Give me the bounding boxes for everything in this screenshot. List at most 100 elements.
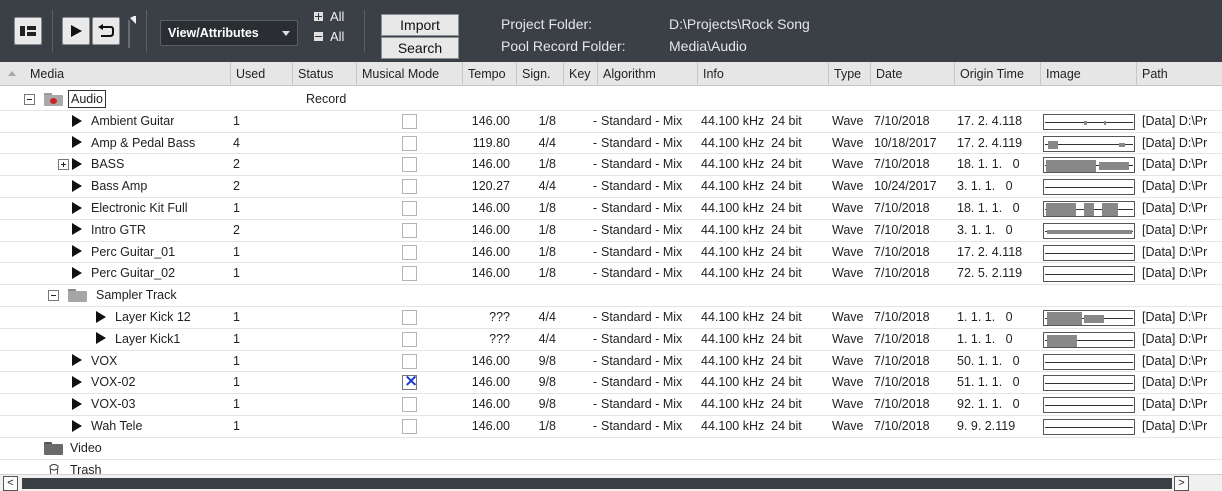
play-clip-icon[interactable] bbox=[72, 136, 82, 149]
clip-path: [Data] D:\Pr bbox=[1142, 397, 1208, 412]
clip-origin-time: 17. 2. 4.118 bbox=[957, 244, 1023, 259]
play-clip-icon[interactable] bbox=[72, 114, 82, 127]
musical-mode-checkbox[interactable] bbox=[402, 397, 417, 413]
play-clip-icon[interactable] bbox=[72, 419, 82, 432]
musical-mode-checkbox[interactable] bbox=[402, 353, 417, 369]
pool-list: Audio Record Ambient Guitar 1 146.00 1/8- St… bbox=[0, 89, 1222, 482]
clip-name-cell: Electronic Kit Full bbox=[72, 198, 188, 219]
clip-row[interactable]: VOX 1 146.00 9/8 - Standard - Mix 44.100 kHz 2… bbox=[0, 351, 1222, 373]
play-clip-icon[interactable] bbox=[72, 397, 82, 410]
musical-mode-checkbox[interactable] bbox=[402, 309, 417, 325]
column-header-status[interactable]: Status bbox=[292, 62, 356, 86]
clip-used-count: 1 bbox=[233, 418, 240, 433]
clip-key: - bbox=[592, 200, 597, 215]
clip-row[interactable]: Electronic Kit Full 1 146.00 1/8 - Standard -… bbox=[0, 198, 1222, 220]
folder-name-audio: Audio bbox=[68, 90, 106, 108]
musical-mode-checkbox[interactable] bbox=[402, 222, 417, 238]
musical-mode-checkbox[interactable] bbox=[402, 135, 417, 151]
column-header-algorithm[interactable]: Algorithm bbox=[597, 62, 697, 86]
clip-signature: 9/8 bbox=[538, 375, 556, 390]
clip-row[interactable]: Perc Guitar_01 1 146.00 1/8 - Standard - Mix 4… bbox=[0, 242, 1222, 264]
clip-algorithm: Standard - Mix bbox=[601, 135, 683, 150]
import-button[interactable]: Import bbox=[381, 14, 459, 36]
collapse-icon[interactable] bbox=[24, 94, 35, 105]
clip-row[interactable]: BASS 2 146.00 1/8 - Standard - Mix 44.100 kHz … bbox=[0, 154, 1222, 177]
clip-path: [Data] D:\Pr bbox=[1142, 157, 1208, 172]
musical-mode-checkbox[interactable] bbox=[402, 179, 417, 195]
scrollbar-thumb[interactable] bbox=[22, 478, 1172, 489]
clip-used-count: 1 bbox=[233, 244, 240, 259]
play-clip-icon[interactable] bbox=[96, 310, 106, 323]
clip-row[interactable]: Amp & Pedal Bass 4 119.80 4/4 - Standard - Mi… bbox=[0, 133, 1222, 155]
musical-mode-checkbox[interactable] bbox=[402, 244, 417, 260]
clip-used-count: 1 bbox=[233, 113, 240, 128]
clip-signature: 1/8 bbox=[538, 222, 556, 237]
play-clip-icon[interactable] bbox=[72, 158, 82, 171]
clip-used-count: 1 bbox=[233, 331, 240, 346]
clip-row[interactable]: VOX-02 1 146.00 9/8 -Standard - Mix 44.100 kH… bbox=[0, 371, 1222, 395]
column-header-info[interactable]: Info bbox=[697, 62, 828, 86]
loop-button[interactable] bbox=[92, 17, 120, 45]
collapse-all-button[interactable]: All bbox=[314, 27, 344, 45]
clip-used-count: 1 bbox=[233, 375, 240, 390]
column-header-path[interactable]: Path bbox=[1136, 62, 1222, 86]
play-clip-icon[interactable] bbox=[96, 332, 106, 345]
play-clip-icon[interactable] bbox=[72, 245, 82, 258]
play-clip-icon[interactable] bbox=[72, 354, 82, 367]
scroll-right-arrow[interactable]: > bbox=[1174, 476, 1189, 491]
folder-row-audio[interactable]: Audio Record bbox=[0, 89, 1222, 111]
clip-path: [Data] D:\Pr bbox=[1142, 418, 1208, 433]
clip-key: - bbox=[592, 113, 597, 128]
folder-row-sampler-track[interactable]: Sampler Track bbox=[0, 285, 1222, 307]
horizontal-scrollbar[interactable]: < > bbox=[0, 474, 1222, 491]
column-header-musical-mode[interactable]: Musical Mode bbox=[356, 62, 462, 86]
collapse-icon[interactable] bbox=[48, 290, 59, 302]
clip-row[interactable]: Layer Kick 12 1??? 4/4 - Standard - Mix 44.10… bbox=[0, 307, 1222, 329]
volume-slider[interactable] bbox=[125, 15, 137, 50]
clip-row[interactable]: VOX-03 1 146.00 9/8 - Standard - Mix 44.100 kH… bbox=[0, 394, 1222, 416]
clip-type: Wave bbox=[832, 222, 864, 237]
play-clip-icon[interactable] bbox=[72, 267, 82, 280]
inspector-toggle-button[interactable] bbox=[14, 17, 42, 45]
column-header-tempo[interactable]: Tempo bbox=[462, 62, 516, 86]
project-folder-value: D:\Projects\Rock Song bbox=[669, 16, 810, 32]
clip-origin-time: 17. 2. 4.118 bbox=[957, 113, 1023, 128]
column-header-used[interactable]: Used bbox=[230, 62, 292, 86]
play-clip-icon[interactable] bbox=[72, 223, 82, 236]
column-header-image[interactable]: Image bbox=[1040, 62, 1136, 86]
clip-row[interactable]: Layer Kick1 1??? 4/4 - Standard - Mix 44.100 … bbox=[0, 329, 1222, 351]
clip-name: VOX-03 bbox=[91, 397, 136, 412]
column-header-origin-time[interactable]: Origin Time bbox=[954, 62, 1040, 86]
column-header-media[interactable]: Media bbox=[0, 62, 230, 86]
expand-all-button[interactable]: All bbox=[314, 7, 344, 25]
clip-path: [Data] D:\Pr bbox=[1142, 179, 1208, 194]
clip-row[interactable]: Bass Amp 2 120.27 4/4 - Standard - Mix 44.100 … bbox=[0, 176, 1222, 198]
scroll-left-arrow[interactable]: < bbox=[3, 476, 18, 491]
play-icon bbox=[71, 25, 82, 37]
column-header-date[interactable]: Date bbox=[870, 62, 954, 86]
clip-path: [Data] D:\Pr bbox=[1142, 222, 1208, 237]
play-clip-icon[interactable] bbox=[72, 179, 82, 192]
clip-row[interactable]: Wah Tele 1 146.00 1/8 - Standard - Mix 44.100 … bbox=[0, 416, 1222, 438]
musical-mode-checkbox[interactable] bbox=[402, 371, 418, 391]
musical-mode-checkbox[interactable] bbox=[402, 331, 417, 347]
musical-mode-checkbox[interactable] bbox=[402, 418, 417, 434]
musical-mode-checkbox[interactable] bbox=[402, 157, 417, 173]
musical-mode-checkbox[interactable] bbox=[402, 113, 417, 129]
musical-mode-checkbox[interactable] bbox=[402, 200, 417, 216]
clip-row[interactable]: Perc Guitar_02 1 146.00 1/8 - Standard - Mix 4… bbox=[0, 263, 1222, 286]
column-header-type[interactable]: Type bbox=[828, 62, 870, 86]
clip-row[interactable]: Ambient Guitar 1 146.00 1/8 - Standard - Mix 4… bbox=[0, 111, 1222, 133]
column-header-key[interactable]: Key bbox=[563, 62, 597, 86]
play-button[interactable] bbox=[62, 17, 90, 45]
clip-info: 44.100 kHz 24 bit bbox=[701, 266, 802, 281]
play-clip-icon[interactable] bbox=[72, 376, 82, 389]
search-button[interactable]: Search bbox=[381, 37, 459, 59]
clip-row[interactable]: Intro GTR 2 146.00 1/8 - Standard - Mix 44.100… bbox=[0, 220, 1222, 242]
musical-mode-checkbox[interactable] bbox=[402, 266, 417, 282]
column-header-sign[interactable]: Sign. bbox=[516, 62, 563, 86]
view-attributes-dropdown[interactable]: View/Attributes bbox=[160, 20, 298, 46]
folder-row-video[interactable]: Video bbox=[0, 438, 1222, 460]
expand-icon[interactable] bbox=[58, 159, 69, 171]
play-clip-icon[interactable] bbox=[72, 201, 82, 214]
